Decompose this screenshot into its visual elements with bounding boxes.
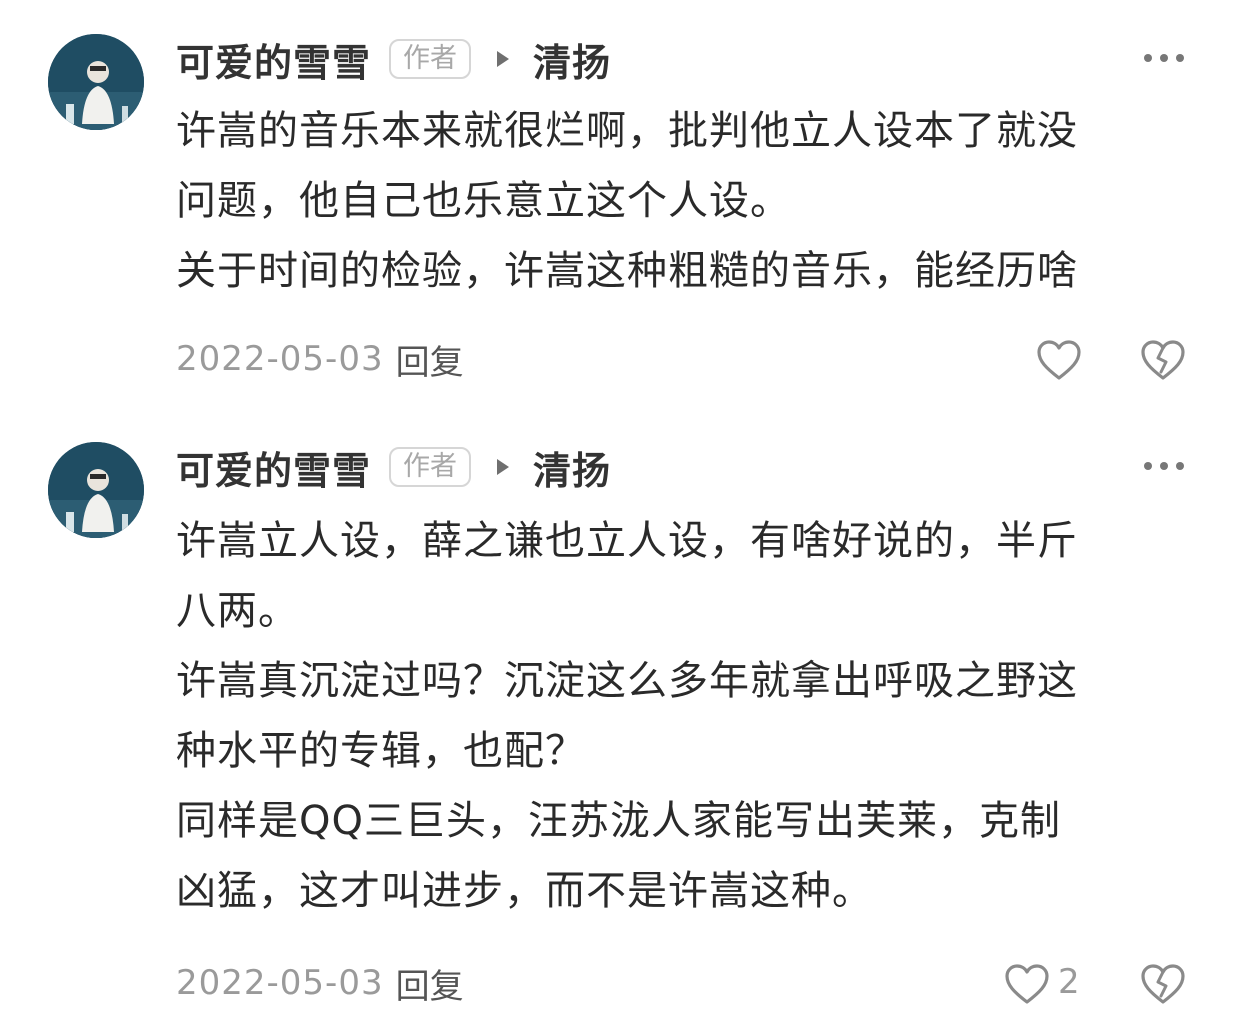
comment-text: 许嵩立人设，薛之谦也立人设，有啥好说的，半斤 八两。 许嵩真沉淀过吗？沉淀这么多… (176, 506, 1206, 926)
comment-line: 关于时间的检验，许嵩这种粗糙的音乐，能经历啥 (176, 248, 1078, 294)
reply-button[interactable]: 回复 (396, 335, 464, 384)
author-badge: 作者 (389, 39, 472, 79)
more-dots-icon[interactable] (1144, 52, 1184, 64)
comment-header: 可爱的雪雪 作者 清扬 (176, 440, 611, 495)
heart-icon[interactable] (1004, 962, 1050, 1008)
avatar[interactable] (48, 34, 144, 130)
comment-footer: 2022-05-03 回复 (176, 334, 464, 384)
comment-line: 凶猛，这才叫进步，而不是许嵩这种。 (176, 868, 873, 914)
broken-heart-icon[interactable] (1140, 338, 1186, 384)
comment-date: 2022-05-03 (176, 339, 384, 379)
like-count: 2 (1058, 962, 1080, 1002)
author-badge: 作者 (389, 447, 472, 487)
username[interactable]: 可爱的雪雪 (176, 440, 371, 495)
comment-date: 2022-05-03 (176, 963, 384, 1003)
avatar-image (48, 34, 144, 130)
more-dots-icon[interactable] (1144, 460, 1184, 472)
reply-target-username[interactable]: 清扬 (533, 440, 611, 495)
reply-target-username[interactable]: 清扬 (533, 32, 611, 87)
comment-footer: 2022-05-03 回复 (176, 958, 464, 1008)
comment-line: 八两。 (176, 588, 299, 634)
comment-header: 可爱的雪雪 作者 清扬 (176, 32, 611, 87)
comment-line: 同样是QQ三巨头，汪苏泷人家能写出芙莱，克制 (176, 798, 1061, 844)
comment-line: 许嵩的音乐本来就很烂啊，批判他立人设本了就没 (176, 108, 1078, 154)
heart-icon[interactable] (1036, 338, 1082, 384)
reply-button[interactable]: 回复 (396, 959, 464, 1008)
triangle-right-icon (497, 459, 510, 475)
comment-line: 种水平的专辑，也配？ (176, 728, 586, 774)
comment-line: 许嵩立人设，薛之谦也立人设，有啥好说的，半斤 (176, 518, 1078, 564)
avatar[interactable] (48, 442, 144, 538)
comment-line: 许嵩真沉淀过吗？沉淀这么多年就拿出呼吸之野这 (176, 658, 1078, 704)
comment-line: 问题，他自己也乐意立这个人设。 (176, 178, 791, 224)
broken-heart-icon[interactable] (1140, 962, 1186, 1008)
avatar-image (48, 442, 144, 538)
username[interactable]: 可爱的雪雪 (176, 32, 371, 87)
comment-text: 许嵩的音乐本来就很烂啊，批判他立人设本了就没 问题，他自己也乐意立这个人设。 关… (176, 96, 1206, 306)
triangle-right-icon (497, 51, 510, 67)
